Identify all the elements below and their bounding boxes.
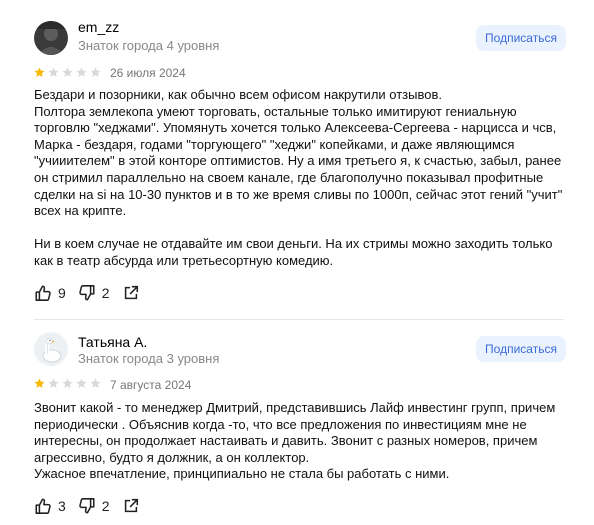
- like-count: 3: [58, 498, 66, 514]
- dark-photo-avatar-icon: [34, 21, 68, 55]
- star-empty-icon: [90, 378, 101, 388]
- avatar[interactable]: [34, 332, 68, 366]
- star-empty-icon: [76, 67, 87, 77]
- like-button[interactable]: 3: [34, 497, 66, 515]
- like-count: 9: [58, 285, 66, 301]
- review-date: 7 августа 2024: [110, 378, 192, 392]
- thumbs-up-icon: [35, 498, 51, 514]
- review-text: Бездари и позорники, как обычно всем офи…: [34, 87, 563, 268]
- dislike-count: 2: [101, 498, 110, 514]
- divider: [34, 319, 564, 320]
- share-button[interactable]: [122, 497, 140, 515]
- review-date: 26 июля 2024: [110, 66, 186, 80]
- thumbs-down-icon: [79, 498, 95, 514]
- thumbs-up-icon: [35, 285, 51, 301]
- rating-stars: [34, 67, 101, 78]
- subscribe-button[interactable]: Подписаться: [476, 25, 566, 51]
- goose-avatar-icon: [34, 332, 68, 366]
- author-name[interactable]: em_zz: [78, 19, 119, 35]
- like-button[interactable]: 9: [34, 284, 66, 302]
- star-empty-icon: [48, 378, 59, 388]
- share-icon: [124, 285, 138, 300]
- review-actions: 9 2: [34, 284, 152, 302]
- dislike-count: 2: [101, 285, 110, 301]
- star-empty-icon: [62, 67, 73, 77]
- dislike-button[interactable]: 2: [78, 497, 110, 515]
- author-level: Знаток города 4 уровня: [78, 38, 220, 53]
- star-empty-icon: [48, 67, 59, 77]
- review-actions: 3 2: [34, 497, 152, 515]
- author-level: Знаток города 3 уровня: [78, 351, 220, 366]
- star-filled-icon: [34, 378, 45, 388]
- review-text: Звонит какой - то менеджер Дмитрий, пред…: [34, 400, 556, 482]
- author-name[interactable]: Татьяна А.: [78, 334, 147, 350]
- rating-stars: [34, 378, 101, 389]
- share-icon: [124, 498, 138, 513]
- thumbs-down-icon: [79, 285, 95, 301]
- share-button[interactable]: [122, 284, 140, 302]
- star-empty-icon: [90, 67, 101, 77]
- star-filled-icon: [34, 67, 45, 77]
- star-empty-icon: [76, 378, 87, 388]
- subscribe-button[interactable]: Подписаться: [476, 336, 566, 362]
- star-empty-icon: [62, 378, 73, 388]
- dislike-button[interactable]: 2: [78, 284, 110, 302]
- avatar[interactable]: [34, 21, 68, 55]
